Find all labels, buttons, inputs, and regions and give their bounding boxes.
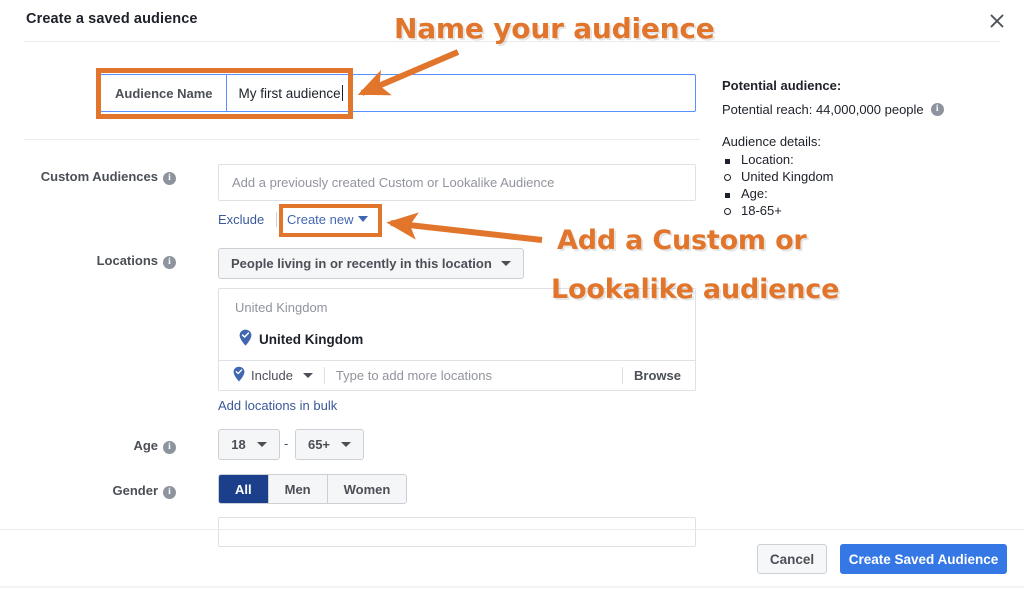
- create-saved-audience-dialog: Create a saved audience Audience Name My…: [0, 0, 1024, 589]
- audience-details-list: Location: United Kingdom Age: 18-65+: [722, 152, 834, 220]
- square-bullet-icon: [725, 193, 730, 198]
- section-divider-name: [24, 139, 700, 140]
- map-pin-icon: [233, 366, 245, 385]
- list-item: Age:: [722, 186, 834, 203]
- custom-audiences-placeholder: Add a previously created Custom or Looka…: [232, 175, 555, 190]
- custom-audiences-input[interactable]: Add a previously created Custom or Looka…: [218, 164, 696, 201]
- text-caret: [341, 85, 343, 101]
- info-icon[interactable]: i: [163, 172, 176, 185]
- annotation-custom-callout-line1: Add a Custom or: [557, 225, 807, 256]
- gender-label: Gender i: [24, 483, 176, 499]
- age-label: Age i: [24, 438, 176, 454]
- create-saved-audience-button[interactable]: Create Saved Audience: [840, 544, 1007, 574]
- circle-bullet-icon: [724, 174, 731, 181]
- circle-bullet-icon: [724, 208, 731, 215]
- audience-name-text: My first audience: [238, 85, 341, 101]
- divider: [622, 367, 624, 384]
- info-icon[interactable]: i: [163, 486, 176, 499]
- audience-name-value[interactable]: My first audience: [227, 75, 695, 111]
- next-field-partial[interactable]: [218, 517, 696, 547]
- location-group-title: United Kingdom: [235, 300, 328, 315]
- potential-reach: Potential reach: 44,000,000 people i: [722, 102, 944, 117]
- location-scope-value: People living in or recently in this loc…: [231, 256, 492, 271]
- footer-divider: [0, 529, 1024, 530]
- gender-option-men[interactable]: Men: [268, 475, 328, 503]
- divider: [323, 367, 325, 384]
- annotation-name-callout: Name your audience: [394, 12, 715, 45]
- list-item: United Kingdom: [722, 169, 834, 186]
- selected-location-item[interactable]: United Kingdom: [239, 329, 363, 349]
- info-icon[interactable]: i: [930, 103, 944, 116]
- age-max-select[interactable]: 65+: [295, 429, 364, 460]
- list-item: Location:: [722, 152, 834, 169]
- exclude-link[interactable]: Exclude: [218, 212, 264, 227]
- close-icon[interactable]: [984, 8, 1010, 34]
- annotation-highlight-create-new: [279, 204, 382, 237]
- age-min-select[interactable]: 18: [218, 429, 280, 460]
- audience-name-input[interactable]: Audience Name My first audience: [100, 74, 696, 112]
- chevron-down-icon: [341, 442, 352, 447]
- link-separator: [276, 212, 277, 227]
- info-icon[interactable]: i: [163, 441, 176, 454]
- age-range-separator: -: [284, 436, 289, 451]
- age-max-value: 65+: [307, 437, 331, 452]
- location-scope-select[interactable]: People living in or recently in this loc…: [218, 248, 524, 279]
- locations-footer: Include Type to add more locations Brows…: [219, 360, 695, 390]
- chevron-down-icon: [302, 373, 313, 378]
- square-bullet-icon: [725, 159, 730, 164]
- chevron-down-icon: [500, 261, 511, 266]
- locations-label: Locations i: [24, 253, 176, 269]
- gender-option-all[interactable]: All: [219, 475, 269, 503]
- gender-toggle-group: All Men Women: [218, 474, 408, 504]
- potential-reach-text: Potential reach: 44,000,000 people: [722, 102, 924, 117]
- include-label: Include: [251, 368, 293, 383]
- location-search-input[interactable]: Type to add more locations: [336, 368, 622, 383]
- selected-location-name: United Kingdom: [259, 331, 364, 347]
- audience-name-label: Audience Name: [101, 75, 227, 111]
- gender-option-women[interactable]: Women: [327, 475, 407, 503]
- include-exclude-dropdown[interactable]: Include: [219, 366, 313, 385]
- bottom-edge: [0, 586, 1024, 588]
- audience-details-heading: Audience details:: [722, 134, 822, 149]
- custom-audiences-label: Custom Audiences i: [24, 169, 176, 185]
- browse-button[interactable]: Browse: [634, 368, 695, 383]
- cancel-button[interactable]: Cancel: [757, 544, 827, 574]
- map-pin-icon: [239, 329, 252, 349]
- age-min-value: 18: [231, 437, 246, 452]
- add-locations-in-bulk-link[interactable]: Add locations in bulk: [218, 398, 337, 413]
- list-item: 18-65+: [722, 203, 834, 220]
- chevron-down-icon: [256, 442, 267, 447]
- info-icon[interactable]: i: [163, 256, 176, 269]
- annotation-custom-callout-line2: Lookalike audience: [551, 274, 840, 305]
- potential-audience-heading: Potential audience:: [722, 78, 842, 93]
